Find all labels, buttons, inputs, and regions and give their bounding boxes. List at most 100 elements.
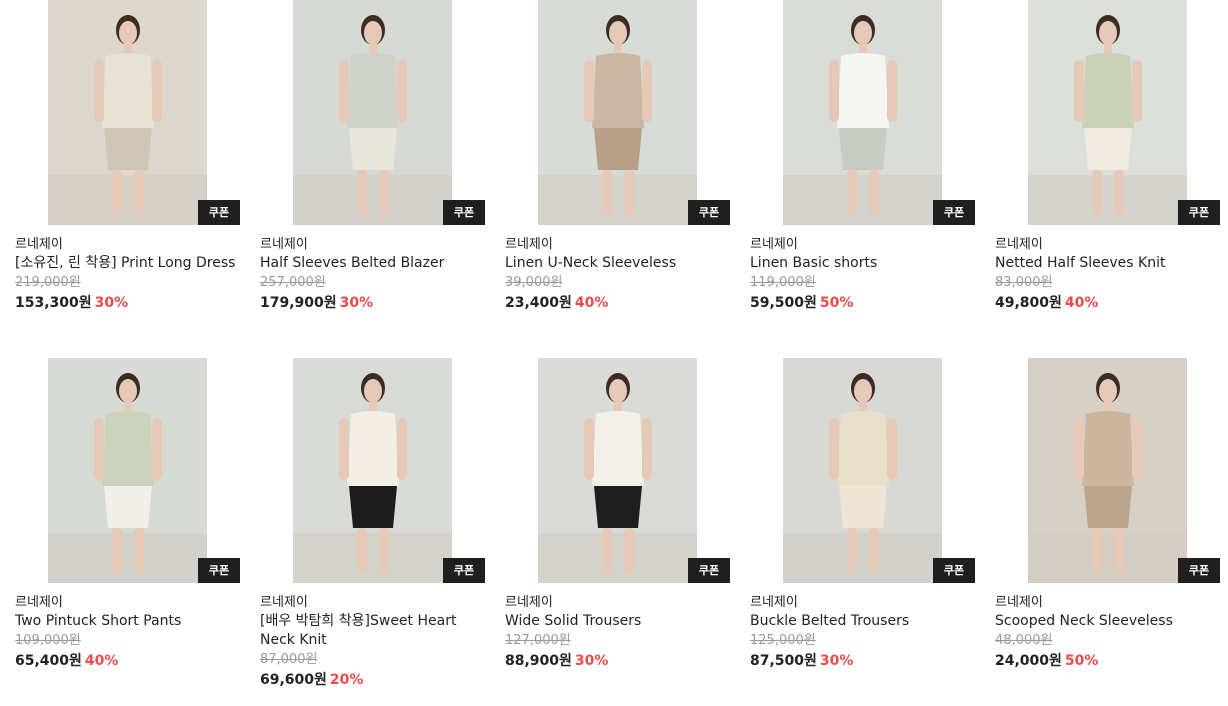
product-name[interactable]: Wide Solid Trousers <box>505 612 735 631</box>
product-image-link[interactable]: 쿠폰 <box>15 0 240 225</box>
discount-rate: 50% <box>819 295 854 311</box>
sale-price: 65,400원 <box>15 653 82 669</box>
product-info: 르네제이 Linen Basic shorts 119,000원 59,500원… <box>750 235 980 313</box>
product-photo <box>783 358 942 583</box>
original-price: 39,000원 <box>505 275 563 290</box>
product-name[interactable]: Half Sleeves Belted Blazer <box>260 254 490 273</box>
brand-name[interactable]: 르네제이 <box>995 235 1225 254</box>
coupon-badge: 쿠폰 <box>198 200 240 225</box>
product-image-link[interactable]: 쿠폰 <box>750 358 975 583</box>
original-price: 87,000원 <box>260 652 318 667</box>
sale-price: 59,500원 <box>750 295 817 311</box>
product-name[interactable]: [배우 박탐희 착용]Sweet Heart Neck Knit <box>260 612 490 650</box>
product-name[interactable]: [소유진, 린 착용] Print Long Dress <box>15 254 245 273</box>
product-name[interactable]: Buckle Belted Trousers <box>750 612 980 631</box>
discount-rate: 40% <box>574 295 609 311</box>
original-price: 48,000원 <box>995 633 1053 648</box>
original-price: 109,000원 <box>15 633 81 648</box>
coupon-badge: 쿠폰 <box>688 558 730 583</box>
product-photo <box>1028 358 1187 583</box>
sale-price: 88,900원 <box>505 653 572 669</box>
original-price: 127,000원 <box>505 633 571 648</box>
discount-rate: 30% <box>94 295 129 311</box>
brand-name[interactable]: 르네제이 <box>505 593 735 612</box>
product-name[interactable]: Scooped Neck Sleeveless <box>995 612 1225 631</box>
product-image-link[interactable]: 쿠폰 <box>260 358 485 583</box>
product-photo <box>48 0 207 225</box>
original-price: 257,000원 <box>260 275 326 290</box>
brand-name[interactable]: 르네제이 <box>15 593 245 612</box>
product-image-link[interactable]: 쿠폰 <box>995 358 1220 583</box>
product-info: 르네제이 [소유진, 린 착용] Print Long Dress 219,00… <box>15 235 245 313</box>
discount-rate: 50% <box>1064 653 1099 669</box>
product-image-link[interactable]: 쿠폰 <box>505 0 730 225</box>
original-price: 83,000원 <box>995 275 1053 290</box>
coupon-badge: 쿠폰 <box>443 558 485 583</box>
brand-name[interactable]: 르네제이 <box>505 235 735 254</box>
model-illustration <box>1028 0 1187 225</box>
model-illustration <box>48 0 207 225</box>
price-line: 179,900원 30% <box>260 293 490 313</box>
sale-price: 69,600원 <box>260 672 327 688</box>
model-illustration <box>783 0 942 225</box>
product-name[interactable]: Two Pintuck Short Pants <box>15 612 245 631</box>
sale-price: 49,800원 <box>995 295 1062 311</box>
model-illustration <box>538 0 697 225</box>
product-photo <box>293 0 452 225</box>
product-photo <box>293 358 452 583</box>
product-image-link[interactable]: 쿠폰 <box>15 358 240 583</box>
product-image-link[interactable]: 쿠폰 <box>505 358 730 583</box>
price-line: 69,600원 20% <box>260 670 490 690</box>
discount-rate: 20% <box>329 672 364 688</box>
product-photo <box>783 0 942 225</box>
model-illustration <box>1028 358 1187 583</box>
product-info: 르네제이 Scooped Neck Sleeveless 48,000원 24,… <box>995 593 1225 671</box>
coupon-badge: 쿠폰 <box>688 200 730 225</box>
sale-price: 87,500원 <box>750 653 817 669</box>
price-line: 88,900원 30% <box>505 651 735 671</box>
product-image-link[interactable]: 쿠폰 <box>995 0 1220 225</box>
model-illustration <box>48 358 207 583</box>
product-name[interactable]: Linen Basic shorts <box>750 254 980 273</box>
product-info: 르네제이 Buckle Belted Trousers 125,000원 87,… <box>750 593 980 671</box>
product-info: 르네제이 Wide Solid Trousers 127,000원 88,900… <box>505 593 735 671</box>
coupon-badge: 쿠폰 <box>198 558 240 583</box>
product-image-link[interactable]: 쿠폰 <box>750 0 975 225</box>
price-line: 49,800원 40% <box>995 293 1225 313</box>
price-line: 153,300원 30% <box>15 293 245 313</box>
sale-price: 179,900원 <box>260 295 337 311</box>
discount-rate: 40% <box>84 653 119 669</box>
model-illustration <box>293 358 452 583</box>
sale-price: 24,000원 <box>995 653 1062 669</box>
product-name[interactable]: Netted Half Sleeves Knit <box>995 254 1225 273</box>
model-illustration <box>293 0 452 225</box>
product-info: 르네제이 Half Sleeves Belted Blazer 257,000원… <box>260 235 490 313</box>
coupon-badge: 쿠폰 <box>933 558 975 583</box>
discount-rate: 30% <box>819 653 854 669</box>
product-name[interactable]: Linen U-Neck Sleeveless <box>505 254 735 273</box>
brand-name[interactable]: 르네제이 <box>260 593 490 612</box>
model-illustration <box>538 358 697 583</box>
original-price: 219,000원 <box>15 275 81 290</box>
price-line: 87,500원 30% <box>750 651 980 671</box>
coupon-badge: 쿠폰 <box>1178 200 1220 225</box>
brand-name[interactable]: 르네제이 <box>995 593 1225 612</box>
original-price: 119,000원 <box>750 275 816 290</box>
discount-rate: 40% <box>1064 295 1099 311</box>
product-info: 르네제이 Linen U-Neck Sleeveless 39,000원 23,… <box>505 235 735 313</box>
product-info: 르네제이 [배우 박탐희 착용]Sweet Heart Neck Knit 87… <box>260 593 490 690</box>
price-line: 65,400원 40% <box>15 651 245 671</box>
product-photo <box>538 358 697 583</box>
discount-rate: 30% <box>574 653 609 669</box>
product-info: 르네제이 Netted Half Sleeves Knit 83,000원 49… <box>995 235 1225 313</box>
price-line: 59,500원 50% <box>750 293 980 313</box>
brand-name[interactable]: 르네제이 <box>15 235 245 254</box>
coupon-badge: 쿠폰 <box>1178 558 1220 583</box>
product-image-link[interactable]: 쿠폰 <box>260 0 485 225</box>
coupon-badge: 쿠폰 <box>443 200 485 225</box>
brand-name[interactable]: 르네제이 <box>260 235 490 254</box>
brand-name[interactable]: 르네제이 <box>750 235 980 254</box>
sale-price: 153,300원 <box>15 295 92 311</box>
brand-name[interactable]: 르네제이 <box>750 593 980 612</box>
model-illustration <box>783 358 942 583</box>
